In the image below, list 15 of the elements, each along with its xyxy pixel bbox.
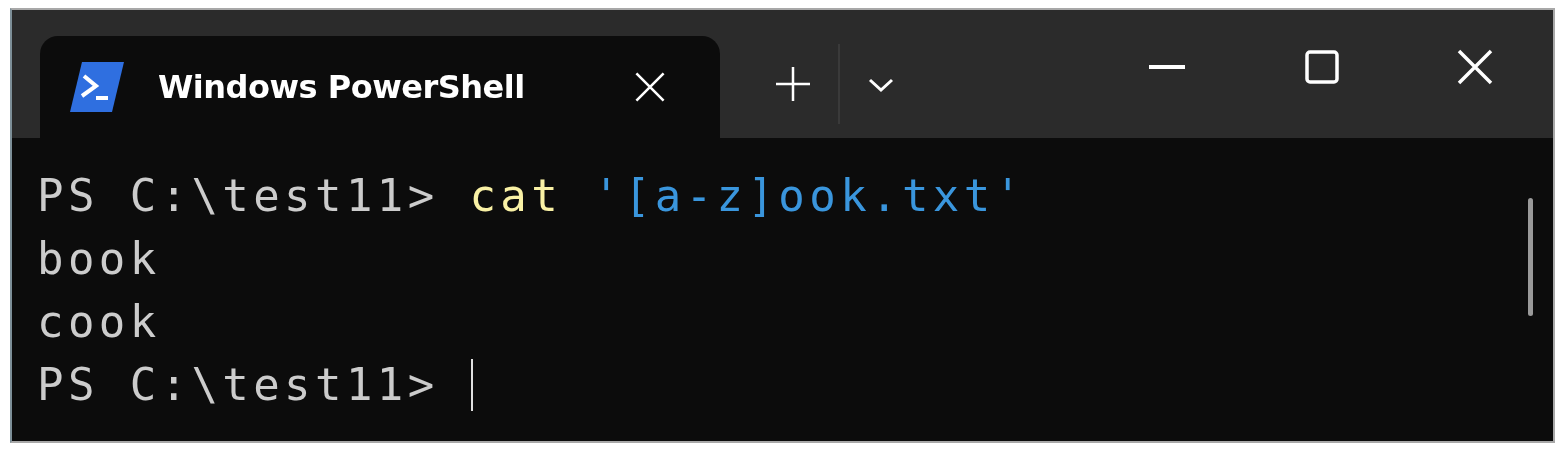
terminal-text: PS C:\test11> (37, 358, 440, 412)
tab[interactable]: Windows PowerShell (40, 36, 720, 138)
maximize-icon[interactable] (1305, 50, 1339, 84)
terminal-text: '[a-z]ook.txt' (593, 169, 1026, 223)
scrollbar[interactable] (1528, 198, 1533, 316)
new-tab-icon[interactable] (776, 67, 810, 101)
terminal-text: PS C:\test11> (37, 169, 440, 223)
terminal-text: cat (469, 169, 564, 223)
close-icon[interactable] (1457, 49, 1493, 85)
dropdown-icon[interactable] (868, 76, 894, 94)
powershell-icon (70, 62, 124, 112)
text-cursor (471, 358, 474, 411)
terminal-text: book (37, 232, 161, 286)
terminal-text: cook (37, 295, 161, 349)
tab-title: Windows PowerShell (158, 68, 526, 106)
